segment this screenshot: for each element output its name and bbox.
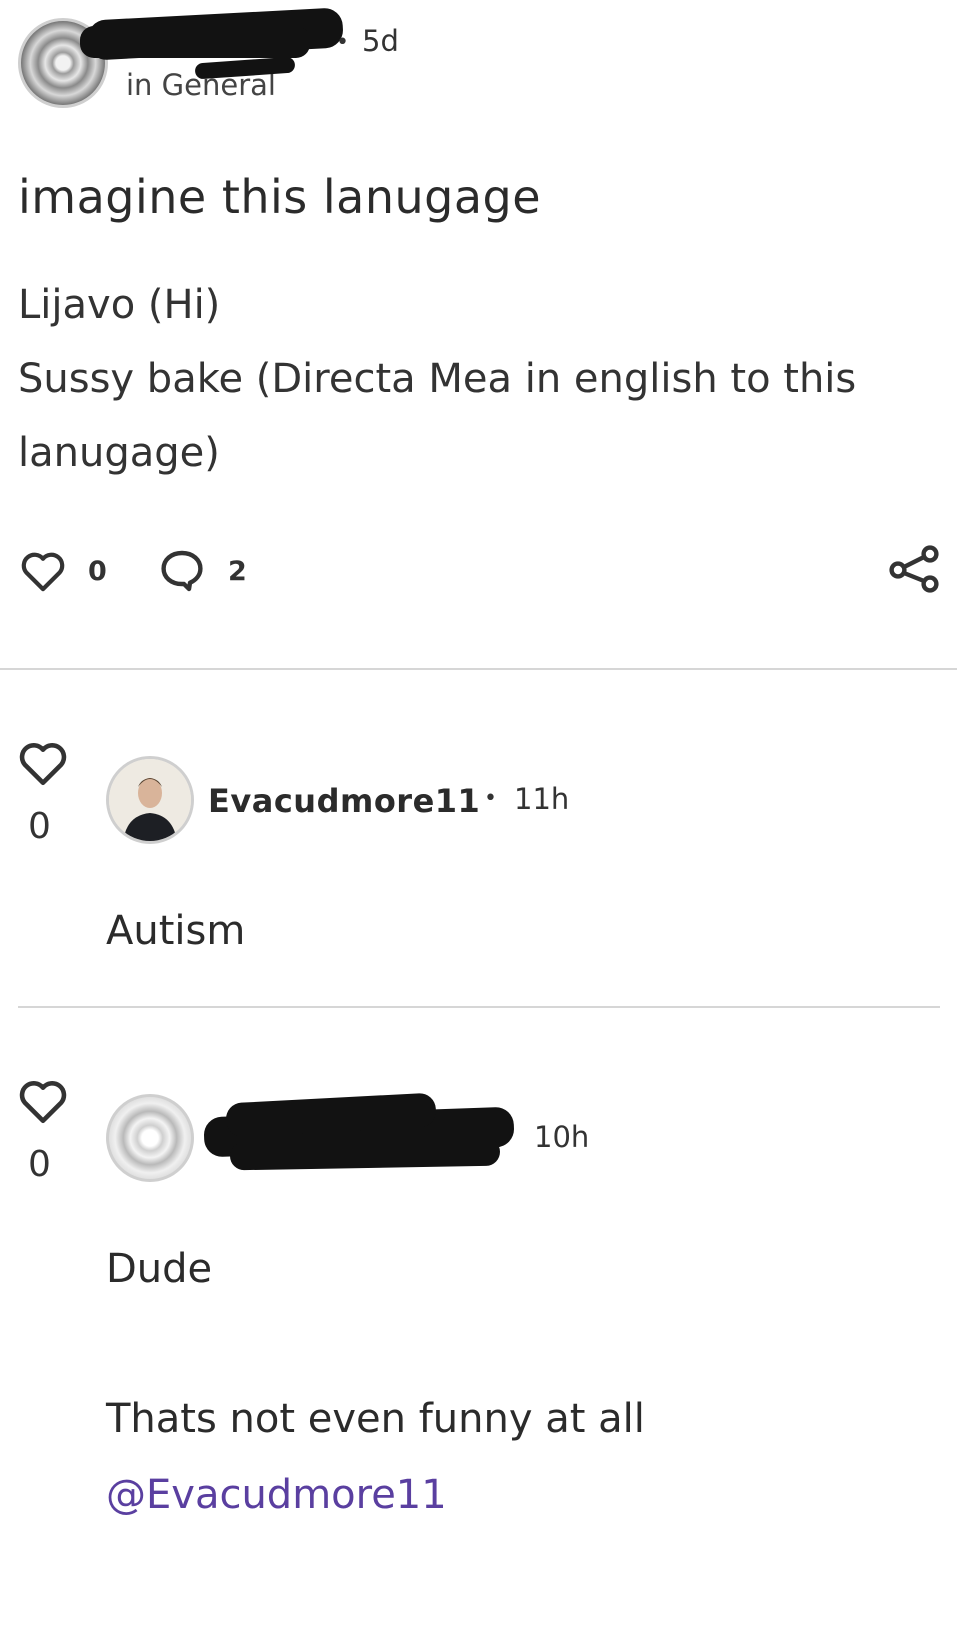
post-body-line: Lijavo (Hi)	[18, 282, 221, 328]
person-icon	[109, 759, 191, 841]
post-time: 5d	[362, 24, 399, 58]
post-body-line: lanugage)	[18, 430, 220, 476]
comment-text: Dude	[106, 1246, 213, 1292]
comment-text: Thats not even funny at all	[106, 1396, 645, 1442]
post-body-line: Sussy bake (Directa Mea in english to th…	[18, 356, 857, 402]
redacted-category-overlap	[194, 56, 296, 80]
comment-vote-count: 0	[28, 1144, 51, 1185]
comment-count: 2	[228, 556, 247, 587]
comment-time: 10h	[534, 1120, 590, 1154]
vote-heart-icon[interactable]	[18, 740, 68, 786]
heart-icon[interactable]	[20, 550, 66, 592]
comment-author[interactable]: Evacudmore11	[208, 782, 480, 820]
user-mention-link[interactable]: @Evacudmore11	[106, 1472, 447, 1518]
comment-text: Autism	[106, 908, 246, 954]
comment-vote-count: 0	[28, 806, 51, 847]
post-divider	[0, 668, 957, 670]
redacted-commenter-name-3	[229, 1137, 501, 1171]
meta-separator-dot: •	[336, 30, 349, 55]
speech-bubble-icon[interactable]	[158, 548, 206, 592]
vote-heart-icon[interactable]	[18, 1078, 68, 1124]
commenter-avatar[interactable]	[106, 1094, 194, 1182]
redacted-author-name-2	[80, 26, 310, 58]
commenter-avatar[interactable]	[106, 756, 194, 844]
meta-separator-dot: •	[484, 786, 497, 811]
post-page: • 5d in General imagine this lanugage Li…	[0, 0, 957, 1627]
post-title: imagine this lanugage	[18, 170, 542, 224]
share-icon[interactable]	[886, 544, 944, 594]
comment-time: 11h	[514, 782, 570, 816]
comment-divider	[18, 1006, 940, 1008]
like-count: 0	[88, 556, 107, 587]
